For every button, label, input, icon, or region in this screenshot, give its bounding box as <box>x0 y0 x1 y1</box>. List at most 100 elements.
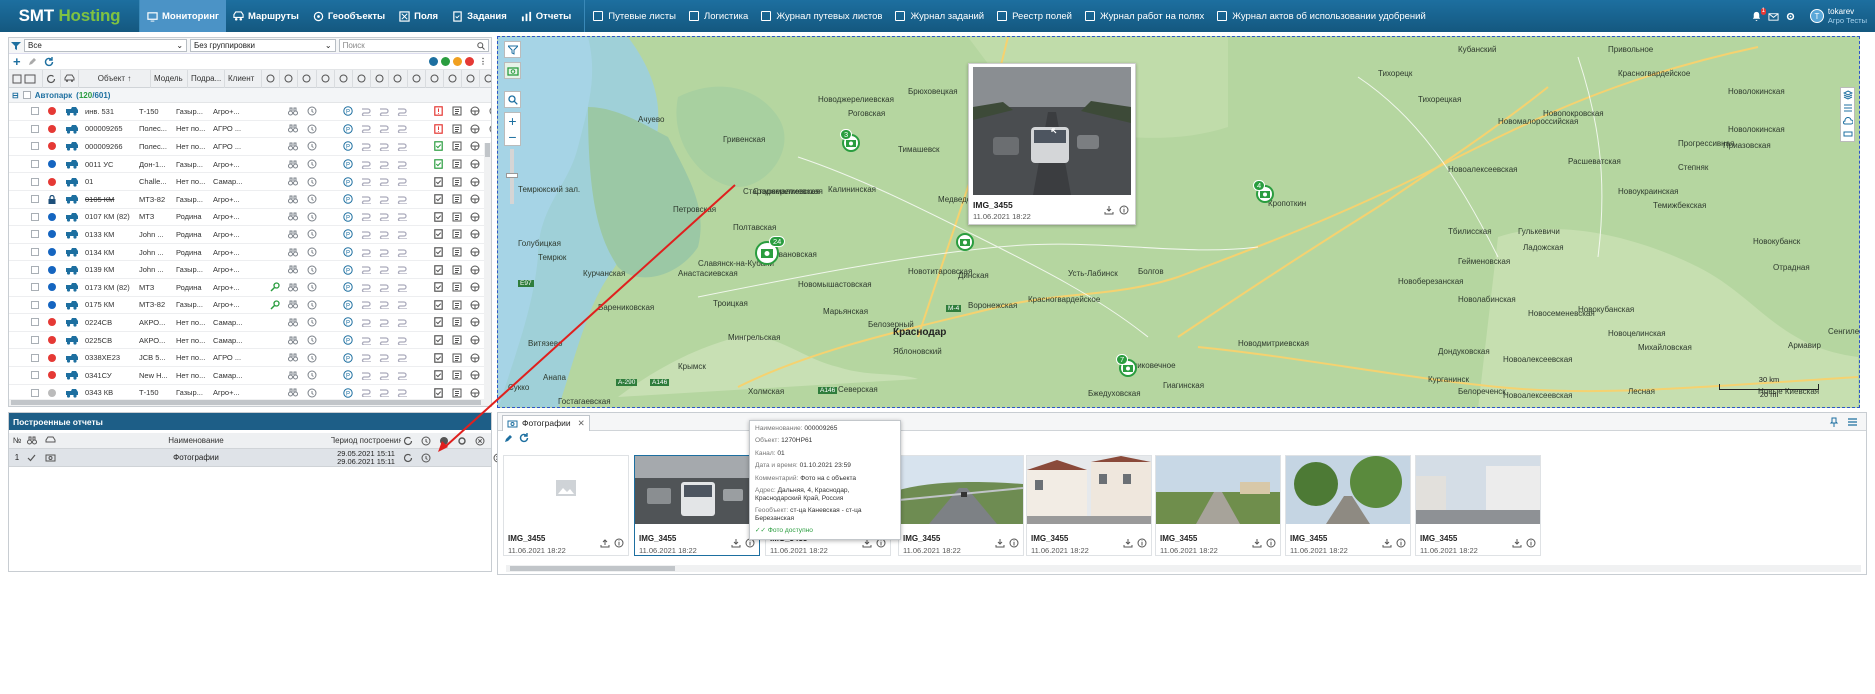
row-action-icon[interactable] <box>303 106 321 116</box>
close-all-icon[interactable] <box>473 436 491 446</box>
journal-item-1[interactable]: Логистика <box>688 11 748 22</box>
ruler-icon[interactable] <box>1843 129 1853 139</box>
group-checkbox[interactable] <box>22 91 31 99</box>
row-action-icon[interactable] <box>448 370 466 380</box>
photo-thumbnail[interactable] <box>1156 456 1280 524</box>
module-tab-3[interactable]: Поля <box>392 0 445 32</box>
download-icon[interactable] <box>1512 538 1522 548</box>
photo-thumbnail[interactable] <box>504 456 628 524</box>
row-action-icon[interactable] <box>430 300 448 310</box>
photo-card[interactable]: IMG_3455 11.06.2021 18:22 <box>634 455 760 556</box>
row-action-icon[interactable] <box>375 230 393 239</box>
row-action-icon[interactable] <box>394 107 412 116</box>
zoom-in-button[interactable]: + <box>505 113 520 129</box>
row-action-icon[interactable] <box>448 141 466 151</box>
row-action-icon[interactable] <box>430 176 448 187</box>
row-action-icon[interactable] <box>394 265 412 275</box>
row-action-icon[interactable] <box>466 177 484 187</box>
schedule-icon[interactable] <box>437 436 455 446</box>
table-row[interactable]: 0133 КМ John ... Родина Агро+... P <box>9 226 491 244</box>
row-action-icon[interactable] <box>394 230 412 239</box>
row-action-icon[interactable] <box>466 141 484 151</box>
row-action-icon[interactable] <box>375 124 393 134</box>
journal-checkbox[interactable] <box>1217 11 1228 21</box>
row-action-icon[interactable] <box>284 318 302 327</box>
row-action-icon[interactable] <box>448 177 466 187</box>
table-row[interactable]: 000009265 Полес... Нет по... АГРО ... P <box>9 121 491 139</box>
row-action-icon[interactable] <box>466 124 484 134</box>
journal-item-5[interactable]: Журнал работ на полях <box>1085 11 1204 22</box>
row-action-icon[interactable] <box>448 194 466 204</box>
table-row[interactable]: инв. 531 Т-150 Газыр... Агро+... P <box>9 103 491 121</box>
row-action-icon[interactable] <box>484 124 491 134</box>
row-action-icon[interactable] <box>375 300 393 310</box>
mail-icon[interactable] <box>1768 11 1779 22</box>
row-action-icon[interactable] <box>466 194 484 204</box>
column-list-icon[interactable] <box>462 69 481 88</box>
row-action-icon[interactable]: P <box>339 229 357 240</box>
edit-pencil-icon[interactable] <box>504 434 513 443</box>
row-action-icon[interactable] <box>466 229 484 239</box>
row-checkbox[interactable] <box>30 195 39 204</box>
column-sync-icon[interactable] <box>43 69 61 88</box>
download-icon[interactable] <box>1252 538 1262 548</box>
row-action-icon[interactable] <box>466 282 484 292</box>
list-vertical-scrollbar[interactable] <box>484 143 491 403</box>
row-action-icon[interactable] <box>394 195 412 204</box>
row-checkbox[interactable] <box>30 230 39 239</box>
group-row-autopark[interactable]: ⊟ Автопарк (120/601) <box>9 88 491 103</box>
row-action-icon[interactable]: P <box>339 300 357 310</box>
row-action-icon[interactable] <box>284 265 302 274</box>
row-action-icon[interactable] <box>375 353 393 363</box>
photo-thumbnail[interactable] <box>1027 456 1151 524</box>
row-action-icon[interactable] <box>284 353 302 362</box>
row-action-icon[interactable] <box>303 317 321 327</box>
row-action-icon[interactable]: P <box>339 124 357 134</box>
row-action-icon[interactable] <box>448 282 466 292</box>
photo-card[interactable]: IMG_3455 11.06.2021 18:22 <box>1155 455 1281 556</box>
map-search-button[interactable] <box>504 91 521 108</box>
filter-ok-status-icon[interactable] <box>441 57 450 66</box>
row-action-icon[interactable]: P <box>339 212 357 222</box>
journal-checkbox[interactable] <box>1085 11 1095 21</box>
list-horizontal-scrollbar[interactable] <box>9 399 491 406</box>
row-action-icon[interactable] <box>394 212 412 222</box>
column-video-icon[interactable] <box>335 69 353 88</box>
row-action-icon[interactable] <box>303 300 321 310</box>
row-action-icon[interactable]: P <box>339 388 357 398</box>
row-action-icon[interactable]: P <box>339 106 357 116</box>
table-row[interactable]: 0225СВ АКРО... Нет по... Самар... P <box>9 332 491 350</box>
column-binoculars-icon[interactable] <box>298 69 317 88</box>
info-icon[interactable] <box>614 538 624 548</box>
journal-checkbox[interactable] <box>761 11 772 21</box>
zoom-slider-handle[interactable] <box>506 173 518 178</box>
row-action-icon[interactable] <box>448 353 466 363</box>
row-action-icon[interactable] <box>375 212 393 222</box>
photo-card[interactable]: IMG_3455 11.06.2021 18:22 <box>1415 455 1541 556</box>
journal-checkbox[interactable] <box>593 11 604 21</box>
row-action-icon[interactable] <box>448 388 466 398</box>
journal-item-2[interactable]: Журнал путевых листов <box>761 11 882 22</box>
filter-icon[interactable] <box>11 41 21 51</box>
row-action-icon[interactable] <box>448 159 466 169</box>
row-action-icon[interactable] <box>466 212 484 222</box>
row-action-icon[interactable]: P <box>339 264 357 275</box>
row-action-icon[interactable] <box>375 265 393 275</box>
column-speed-icon[interactable] <box>480 70 491 88</box>
column-division[interactable]: Подра... <box>188 69 225 88</box>
row-action-icon[interactable] <box>284 107 302 116</box>
photo-card[interactable]: IMG_3455 11.06.2021 18:22 <box>1026 455 1152 556</box>
column-search-icon[interactable] <box>280 69 299 88</box>
search-input[interactable]: Поиск <box>338 39 490 52</box>
filter-warning-status-icon[interactable] <box>453 57 462 66</box>
row-action-icon[interactable] <box>375 160 393 169</box>
column-car-icon[interactable] <box>61 69 79 88</box>
row-action-icon[interactable] <box>394 248 412 257</box>
row-action-icon[interactable] <box>303 124 321 134</box>
map-photo-layer-button[interactable] <box>504 62 521 79</box>
row-action-icon[interactable] <box>284 230 302 239</box>
row-action-icon[interactable] <box>430 370 448 381</box>
row-action-icon[interactable] <box>466 317 484 327</box>
module-tab-1[interactable]: Маршруты <box>226 0 306 32</box>
row-action-icon[interactable]: P <box>339 247 357 257</box>
